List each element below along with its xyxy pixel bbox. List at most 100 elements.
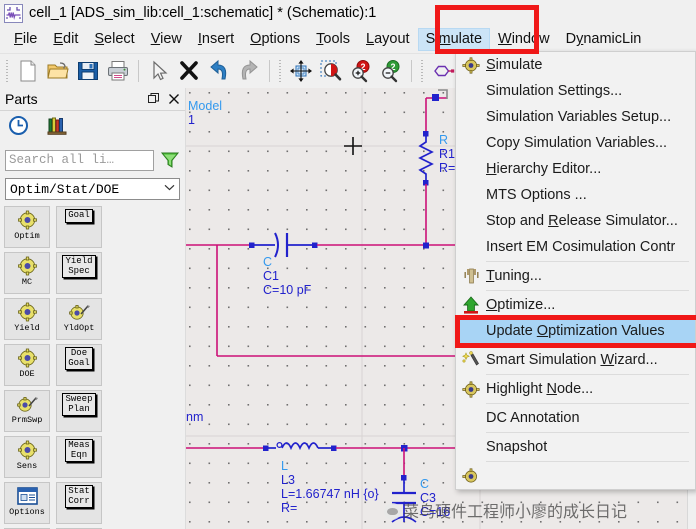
part-label: Sens (16, 461, 38, 471)
part-yield[interactable]: Yield (4, 298, 50, 340)
category-dropdown[interactable]: Optim/Stat/DOE (5, 178, 180, 200)
menuitem-mts-options[interactable]: MTS Options ... (456, 182, 695, 208)
delete-button[interactable] (174, 56, 204, 86)
part-label: Goal (65, 209, 93, 223)
close-icon[interactable] (165, 91, 182, 108)
menu-window[interactable]: Window (490, 28, 558, 51)
part-yldopt[interactable]: YldOpt (56, 298, 102, 340)
tuning-fork-icon (456, 263, 486, 289)
part-label: Meas Eqn (65, 439, 93, 462)
part-label: Sweep Plan (62, 393, 96, 416)
insert-port-button[interactable] (428, 56, 458, 86)
menuitem-label: Smart Simulation Wizard... (486, 352, 658, 368)
select-pointer-button[interactable] (144, 56, 174, 86)
print-button[interactable] (103, 56, 133, 86)
menu-simulate[interactable]: Simulate (417, 28, 491, 51)
undo-button[interactable] (204, 56, 234, 86)
search-input[interactable]: Search all li… (5, 149, 154, 171)
zoom-area-button[interactable] (316, 56, 346, 86)
part-label: Optim (14, 231, 40, 241)
menu-separator (486, 261, 689, 262)
part-prm-swp[interactable]: PrmSwp (4, 390, 50, 432)
part-yield-spec[interactable]: Yield Spec (56, 252, 102, 294)
menu-bar[interactable]: File Edit Select View Insert Options Too… (0, 26, 696, 53)
no-icon (456, 130, 486, 156)
part-doe[interactable]: DOE (4, 344, 50, 386)
menuitem-insert-em-cosimulation-controller[interactable]: Insert EM Cosimulation Contr (456, 234, 695, 260)
part-meas-eqn[interactable]: Meas Eqn (56, 436, 102, 478)
menu-file[interactable]: File (6, 28, 45, 51)
component-type-c3: C (420, 477, 429, 491)
pan-button[interactable] (286, 56, 316, 86)
part-mc[interactable]: MC (4, 252, 50, 294)
menuitem-simulation-settings[interactable]: Simulation Settings... (456, 78, 695, 104)
gear-icon (16, 255, 39, 277)
menu-separator (486, 461, 689, 462)
menu-separator (486, 345, 689, 346)
component-param-c1: C=10 pF (263, 283, 312, 297)
part-goal[interactable]: Goal (56, 206, 102, 248)
menu-separator (486, 374, 689, 375)
component-designator-c3: C3 (420, 491, 436, 505)
no-icon (456, 434, 486, 460)
component-param-c3: C=16 (420, 505, 450, 519)
menuitem-update-optimization-values[interactable]: Update Optimization Values (456, 318, 695, 344)
menuitem-label: Optimize... (486, 297, 556, 313)
palette-row: Optim Goal (4, 206, 181, 248)
toolbar-grip[interactable] (277, 58, 284, 84)
part-sens[interactable]: Sens (4, 436, 50, 478)
toolbar-grip[interactable] (4, 58, 11, 84)
menu-tools[interactable]: Tools (308, 28, 358, 51)
part-options[interactable]: Options (4, 482, 50, 524)
no-icon (456, 318, 486, 344)
new-document-button[interactable] (13, 56, 43, 86)
menu-view[interactable]: View (143, 28, 190, 51)
menuitem-highlight-node[interactable]: Highlight Node... (456, 376, 695, 402)
simulate-dropdown-menu[interactable]: Simulate Simulation Settings... Simulati… (455, 51, 696, 490)
toolbar-separator (411, 60, 412, 82)
menuitem-simulate[interactable]: Simulate (456, 52, 695, 78)
parts-search-row: Search all li… (0, 145, 185, 175)
menuitem-dc-annotation[interactable]: DC Annotation (456, 405, 695, 431)
component-designator-r1: R1 (439, 147, 455, 161)
menuitem-copy-simulation-variables[interactable]: Copy Simulation Variables... (456, 130, 695, 156)
zoom-in-button[interactable]: 2 (346, 56, 376, 86)
toolbar-separator (269, 60, 270, 82)
redo-button[interactable] (234, 56, 264, 86)
menuitem-stop-and-release-simulator[interactable]: Stop and Release Simulator... (456, 208, 695, 234)
toolbar-grip[interactable] (419, 58, 426, 84)
menu-edit[interactable]: Edit (45, 28, 86, 51)
menuitem-smart-simulation-wizard[interactable]: Smart Simulation Wizard... (456, 347, 695, 373)
no-icon (456, 208, 486, 234)
menuitem-tuning[interactable]: Tuning... (456, 263, 695, 289)
part-sweep-plan[interactable]: Sweep Plan (56, 390, 102, 432)
menuitem-optimize[interactable]: Optimize... (456, 292, 695, 318)
gear-highlight-icon (456, 376, 486, 402)
part-doe-goal[interactable]: Doe Goal (56, 344, 102, 386)
menuitem-hierarchy-editor[interactable]: Hierarchy Editor... (456, 156, 695, 182)
toolbar-separator (138, 60, 139, 82)
funnel-filter-icon[interactable] (160, 150, 180, 170)
menu-select[interactable]: Select (86, 28, 142, 51)
magic-wand-icon (456, 347, 486, 373)
menu-layout[interactable]: Layout (358, 28, 418, 51)
no-icon (456, 234, 486, 260)
open-folder-button[interactable] (43, 56, 73, 86)
clock-icon[interactable] (8, 115, 29, 141)
menuitem-trailing[interactable] (456, 463, 695, 489)
part-optim[interactable]: Optim (4, 206, 50, 248)
menu-dynamiclink[interactable]: DynamicLin (558, 28, 650, 51)
zoom-out-button[interactable]: 2 (376, 56, 406, 86)
menu-options[interactable]: Options (242, 28, 308, 51)
palette-row: MC Yield Spec (4, 252, 181, 294)
menu-insert[interactable]: Insert (190, 28, 242, 51)
part-stat-corr[interactable]: Stat Corr (56, 482, 102, 524)
menuitem-snapshot[interactable]: Snapshot (456, 434, 695, 460)
menuitem-simulation-variables-setup[interactable]: Simulation Variables Setup... (456, 104, 695, 130)
undock-icon[interactable] (145, 91, 162, 108)
model-label-line2: 1 (188, 113, 195, 127)
gear-icon (16, 209, 39, 231)
library-books-icon[interactable] (47, 115, 68, 141)
save-button[interactable] (73, 56, 103, 86)
gear-icon (16, 301, 39, 323)
